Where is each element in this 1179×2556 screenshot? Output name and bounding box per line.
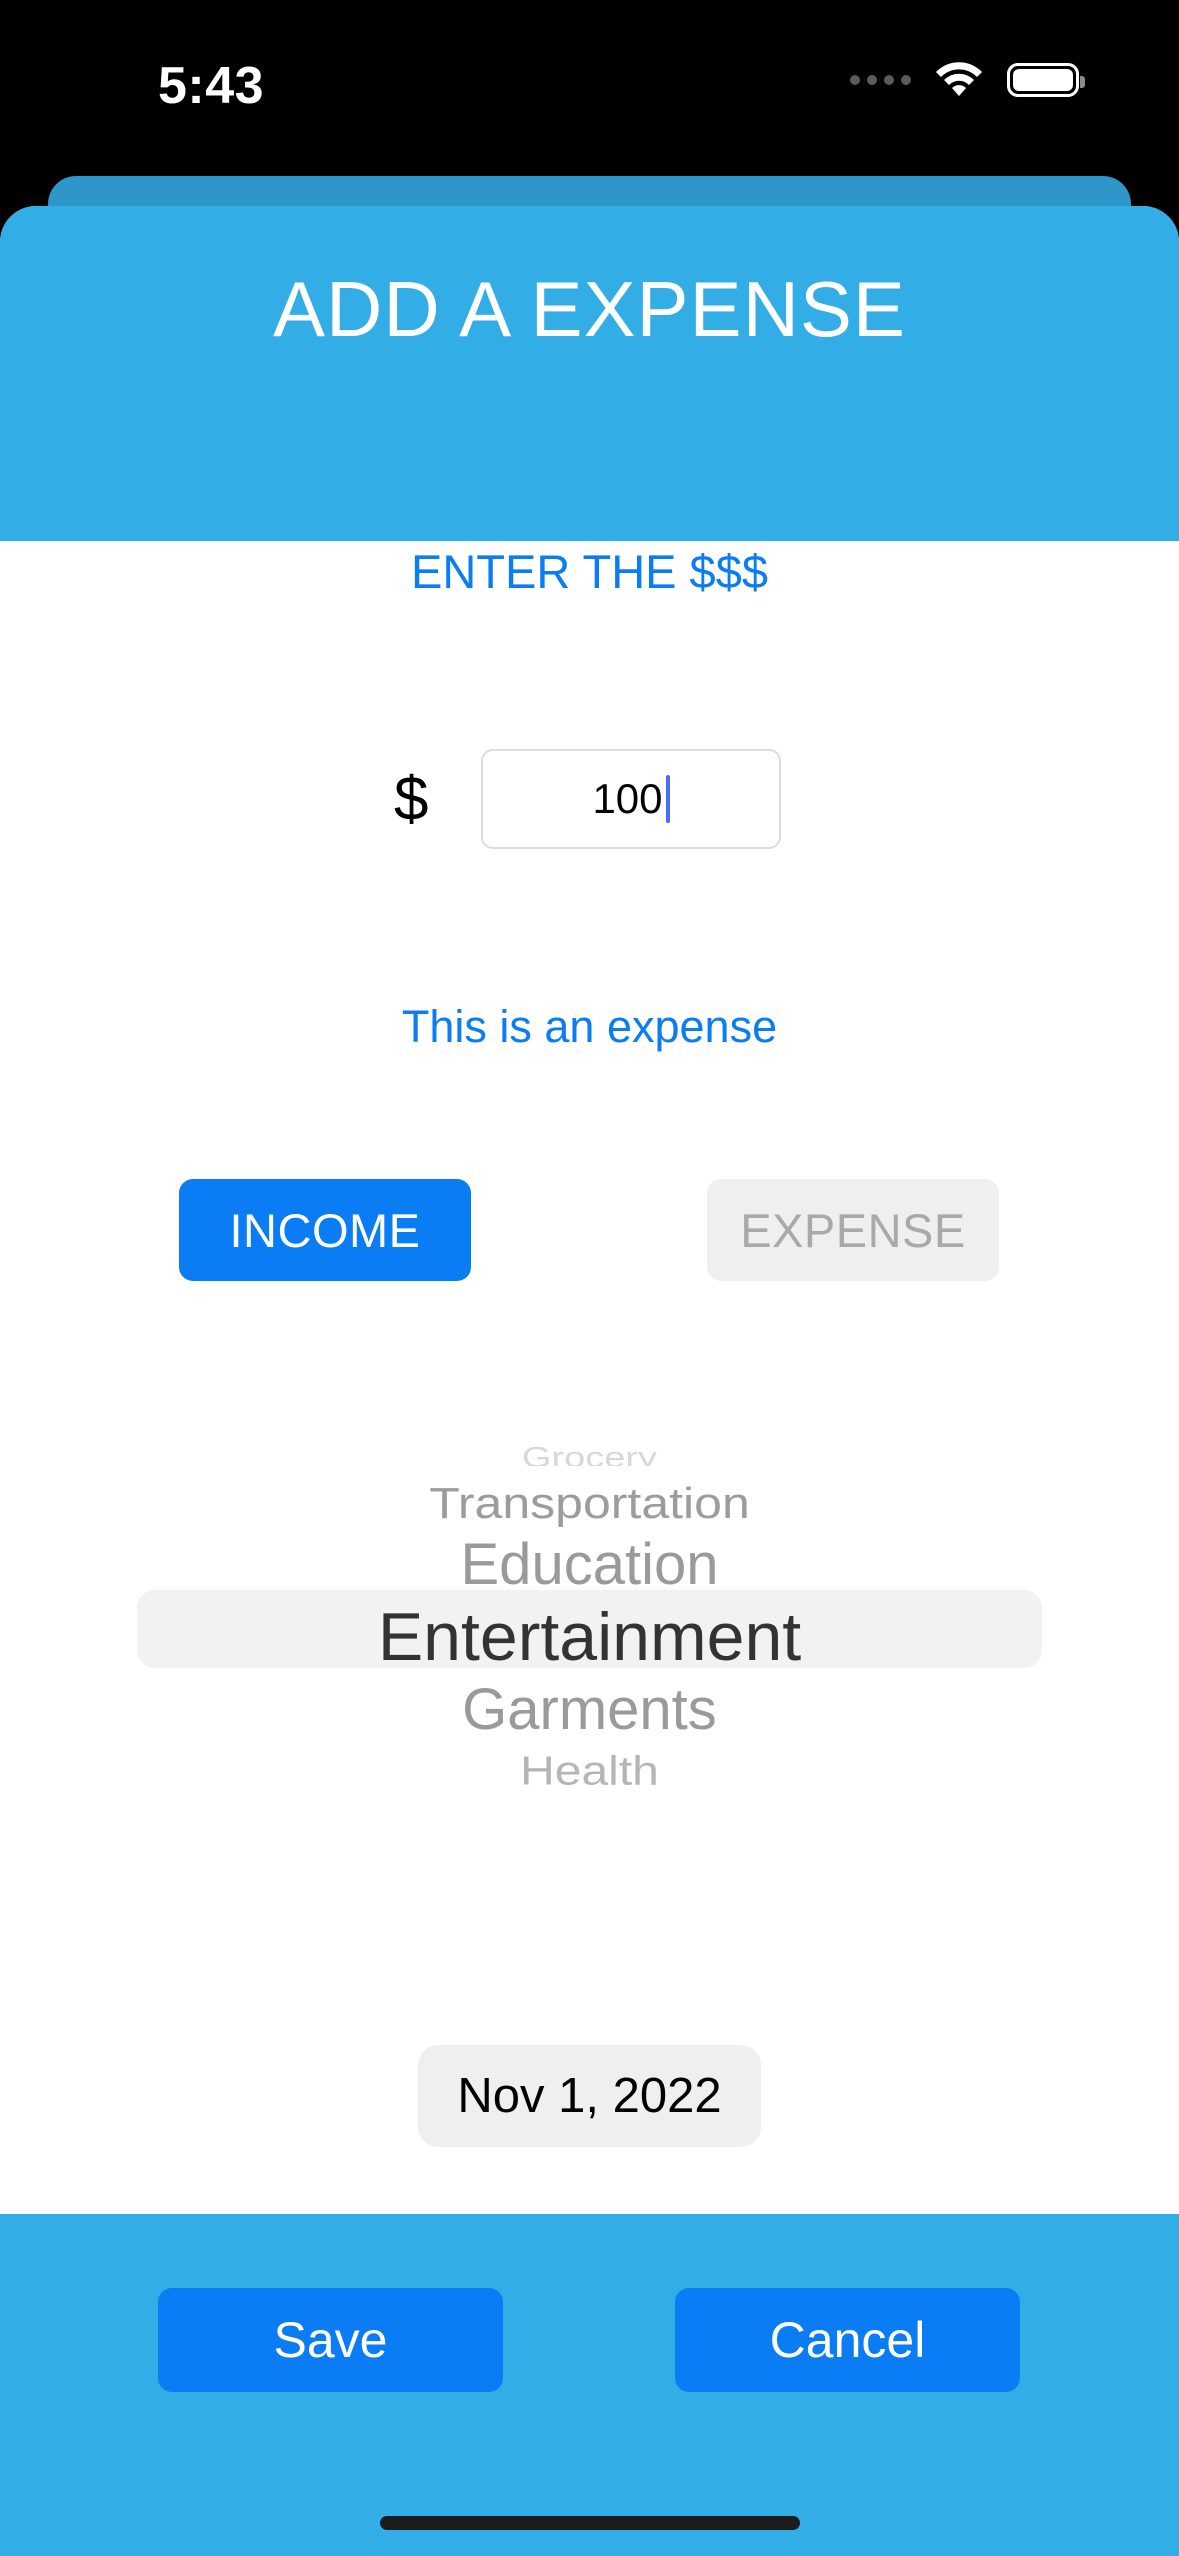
home-indicator[interactable] (380, 2516, 800, 2530)
page-title: ADD A EXPENSE (273, 265, 906, 353)
battery-icon (1007, 63, 1085, 97)
status-time: 5:43 (158, 57, 265, 115)
income-button[interactable]: INCOME (179, 1179, 471, 1281)
category-picker[interactable]: Grocery Transportation Education Enterta… (0, 1426, 1179, 1846)
transaction-type-note: This is an expense (401, 1001, 778, 1052)
sheet-header: ADD A EXPENSE (0, 206, 1179, 541)
expense-button[interactable]: EXPENSE (707, 1179, 999, 1281)
picker-item-selected[interactable]: Entertainment (0, 1598, 1179, 1676)
sheet-footer: Save Cancel (0, 2214, 1179, 2556)
picker-item[interactable]: Health (0, 1748, 1179, 1795)
cancel-button[interactable]: Cancel (675, 2288, 1020, 2392)
currency-symbol: $ (394, 765, 429, 834)
picker-item[interactable]: Education (0, 1531, 1179, 1598)
amount-input[interactable]: 100 (481, 749, 781, 849)
wifi-icon (936, 62, 982, 96)
text-caret (665, 775, 670, 823)
app-screen: 5:43 ADD A EXPENSE ENTER THE $$$ $ 100 T… (0, 0, 1179, 2556)
enter-amount-label: ENTER THE $$$ (411, 545, 768, 598)
picker-item[interactable]: Garments (0, 1676, 1179, 1743)
save-button[interactable]: Save (158, 2288, 503, 2392)
picker-item[interactable]: Grocery (0, 1442, 1179, 1466)
add-expense-sheet: ADD A EXPENSE ENTER THE $$$ $ 100 This i… (0, 206, 1179, 2556)
picker-item[interactable]: Transportation (0, 1477, 1179, 1528)
cellular-signal-icon (850, 75, 911, 85)
status-icons (850, 62, 1085, 98)
date-picker-button[interactable]: Nov 1, 2022 (418, 2045, 761, 2147)
amount-value: 100 (592, 775, 663, 822)
